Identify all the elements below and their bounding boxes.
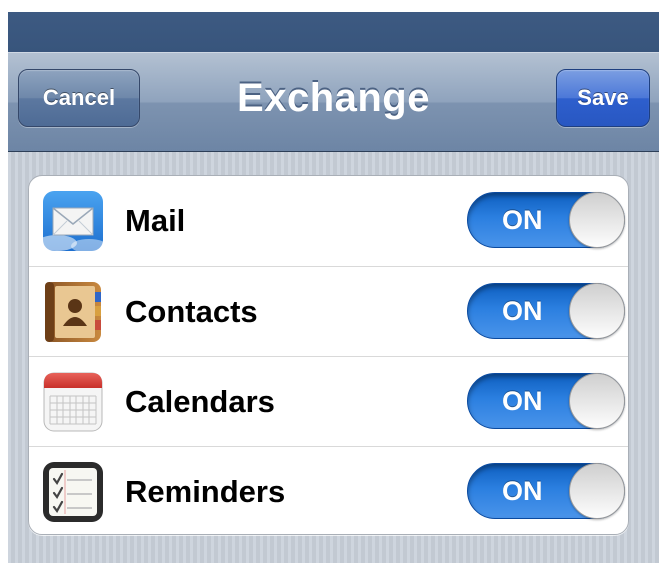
reminders-toggle-text: ON <box>502 476 543 506</box>
mail-toggle[interactable]: ON <box>467 192 625 248</box>
calendars-toggle-knob[interactable] <box>569 373 625 429</box>
save-button[interactable]: Save <box>556 69 650 127</box>
mail-toggle-knob[interactable] <box>569 192 625 248</box>
calendar-icon <box>43 372 103 432</box>
calendars-toggle[interactable]: ON <box>467 373 625 429</box>
page-title: Exchange <box>237 76 430 120</box>
reminders-toggle-knob[interactable] <box>569 463 625 519</box>
reminders-icon <box>43 462 103 522</box>
calendars-label: Calendars <box>125 384 275 419</box>
contacts-label: Contacts <box>125 294 258 329</box>
contacts-toggle-knob[interactable] <box>569 283 625 339</box>
screen: Cancel Exchange Save Mail ON Contacts ON… <box>8 12 659 563</box>
mail-icon <box>43 191 103 251</box>
contacts-toggle-text: ON <box>502 296 543 326</box>
reminders-toggle[interactable]: ON <box>467 463 625 519</box>
mail-label: Mail <box>125 203 186 238</box>
reminders-label: Reminders <box>125 474 286 509</box>
contacts-icon <box>45 282 101 342</box>
status-bar <box>8 12 659 52</box>
list-item-calendars: Calendars ON <box>29 356 628 447</box>
navigation-bar: Cancel Exchange Save <box>8 52 659 152</box>
cancel-button[interactable]: Cancel <box>18 69 140 127</box>
list-item-reminders: Reminders ON <box>29 446 628 534</box>
calendars-toggle-text: ON <box>502 386 543 416</box>
list-item-contacts: Contacts ON <box>29 266 628 357</box>
list-item-mail: Mail ON <box>29 176 628 266</box>
mail-toggle-text: ON <box>502 205 543 235</box>
contacts-toggle[interactable]: ON <box>467 283 625 339</box>
sync-settings-group: Mail ON Contacts ON Calendars ON Reminde… <box>28 175 629 535</box>
